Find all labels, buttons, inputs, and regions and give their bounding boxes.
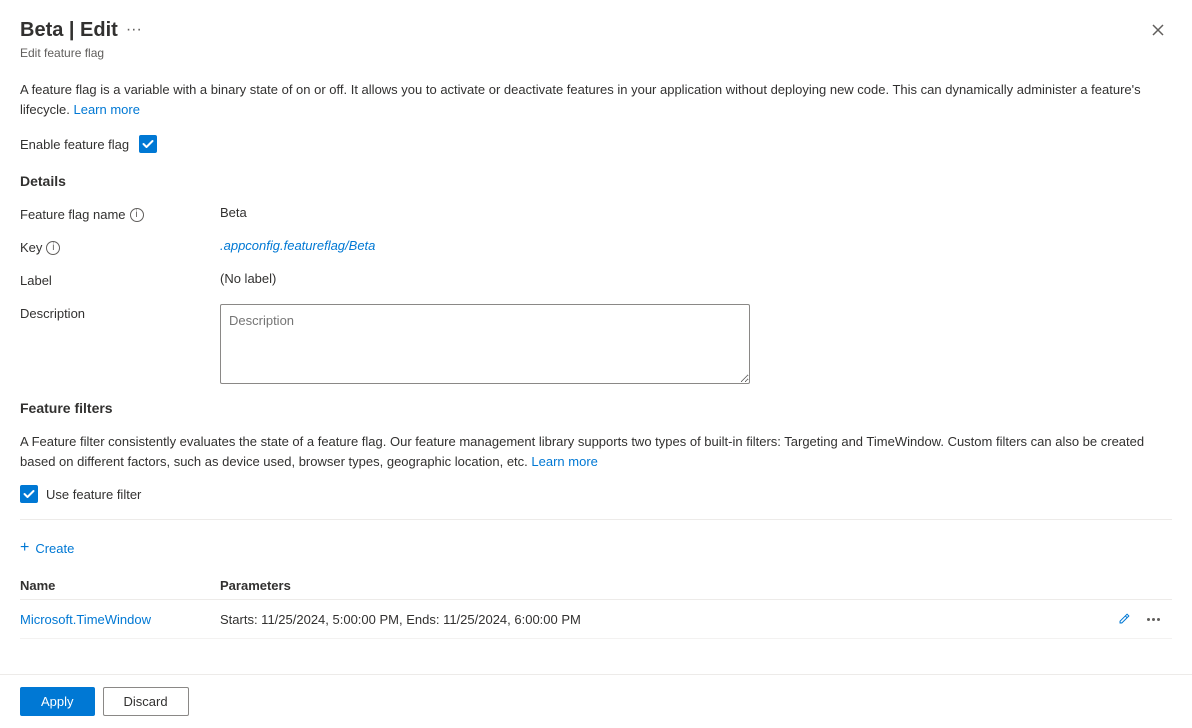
filter-params-cell: Starts: 11/25/2024, 5:00:00 PM, Ends: 11… — [220, 600, 1041, 639]
use-feature-filter-checkbox[interactable] — [20, 485, 38, 503]
panel-title: Beta | Edit — [20, 19, 118, 42]
filters-table-header: Name Parameters — [20, 572, 1172, 600]
more-actions-icon — [1147, 618, 1160, 621]
enable-label: Enable feature flag — [20, 137, 129, 152]
panel-ellipsis-menu[interactable]: ··· — [126, 21, 142, 39]
key-value: .appconfig.featureflag/Beta — [220, 238, 1172, 253]
filters-table-body: Microsoft.TimeWindow Starts: 11/25/2024,… — [20, 600, 1172, 639]
intro-description: A feature flag is a variable with a bina… — [20, 80, 1172, 119]
feature-flag-name-row: Feature flag name i Beta — [20, 205, 1172, 222]
enable-feature-flag-checkbox[interactable] — [139, 135, 157, 153]
feature-flag-name-info-icon[interactable]: i — [130, 208, 144, 222]
learn-more-link-filters[interactable]: Learn more — [531, 454, 597, 469]
create-filter-button[interactable]: + Create — [20, 536, 74, 560]
filter-actions-cell — [1041, 600, 1172, 639]
divider — [20, 519, 1172, 520]
description-input[interactable] — [220, 304, 750, 384]
use-filter-label: Use feature filter — [46, 487, 141, 502]
col-actions-header — [1041, 572, 1172, 600]
key-info-icon[interactable]: i — [46, 241, 60, 255]
filters-table: Name Parameters Microsoft.TimeWindow Sta… — [20, 572, 1172, 639]
use-feature-filter-row: Use feature filter — [20, 485, 1172, 503]
enable-feature-flag-row: Enable feature flag — [20, 135, 1172, 153]
panel-header: Beta | Edit ··· Edit feature flag — [0, 0, 1192, 68]
more-actions-filter-button[interactable] — [1143, 616, 1164, 623]
checkbox-checked-icon — [139, 135, 157, 153]
feature-flag-name-label: Feature flag name i — [20, 205, 220, 222]
filters-header-row: Name Parameters — [20, 572, 1172, 600]
feature-flag-name-value: Beta — [220, 205, 1172, 220]
learn-more-link-intro[interactable]: Learn more — [73, 102, 139, 117]
edit-filter-button[interactable] — [1113, 610, 1135, 628]
panel-subtitle: Edit feature flag — [20, 46, 1172, 60]
panel-body: A feature flag is a variable with a bina… — [0, 68, 1192, 674]
panel-container: Beta | Edit ··· Edit feature flag A feat… — [0, 0, 1192, 728]
title-row: Beta | Edit ··· — [20, 16, 1172, 44]
panel-footer: Apply Discard — [0, 674, 1192, 728]
close-button[interactable] — [1144, 16, 1172, 44]
discard-button[interactable]: Discard — [103, 687, 189, 716]
details-section-heading: Details — [20, 173, 1172, 189]
col-params-header: Parameters — [220, 572, 1041, 600]
apply-button[interactable]: Apply — [20, 687, 95, 716]
use-filter-checkbox-checked-icon — [20, 485, 38, 503]
description-label: Description — [20, 304, 220, 321]
key-row: Key i .appconfig.featureflag/Beta — [20, 238, 1172, 255]
description-row: Description — [20, 304, 1172, 384]
key-label: Key i — [20, 238, 220, 255]
filter-name-cell: Microsoft.TimeWindow — [20, 600, 220, 639]
label-row: Label (No label) — [20, 271, 1172, 288]
label-value: (No label) — [220, 271, 1172, 286]
plus-icon: + — [20, 540, 29, 556]
label-label: Label — [20, 271, 220, 288]
feature-filters-section-heading: Feature filters — [20, 400, 1172, 416]
filter-action-buttons — [1041, 610, 1164, 628]
table-row: Microsoft.TimeWindow Starts: 11/25/2024,… — [20, 600, 1172, 639]
col-name-header: Name — [20, 572, 220, 600]
feature-filters-description: A Feature filter consistently evaluates … — [20, 432, 1172, 471]
